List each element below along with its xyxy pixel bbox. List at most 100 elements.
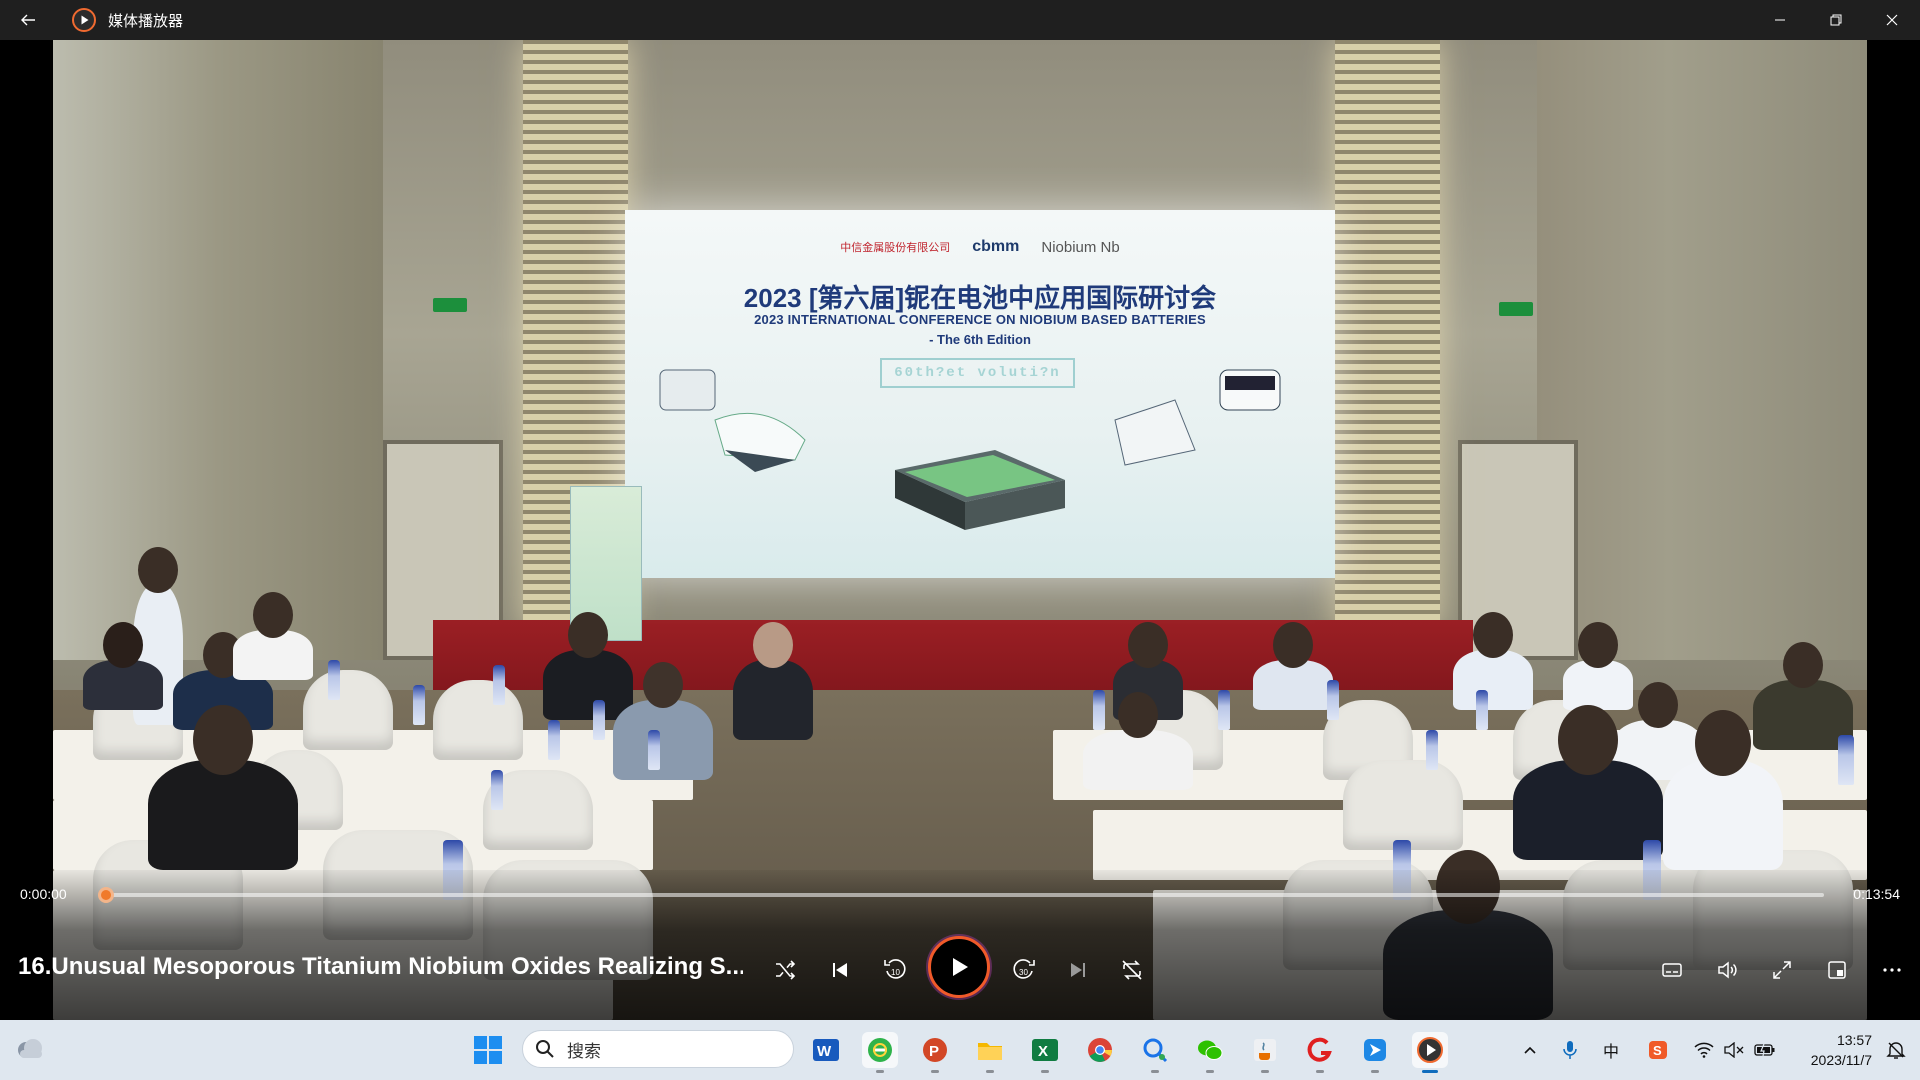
tray-overflow-button[interactable] xyxy=(1518,1020,1542,1080)
seek-bar[interactable] xyxy=(102,893,1824,897)
mini-player-button[interactable] xyxy=(1815,948,1859,992)
tray-microphone[interactable] xyxy=(1558,1020,1582,1080)
slide-logo-niobium: Niobium Nb xyxy=(1041,238,1120,256)
play-icon xyxy=(953,958,968,976)
restore-button[interactable] xyxy=(1808,0,1864,40)
skip-previous-icon xyxy=(833,963,847,977)
wifi-icon xyxy=(1694,1042,1714,1058)
taskbar-powerpoint[interactable]: P xyxy=(917,1032,953,1073)
taskbar-media-player[interactable] xyxy=(1412,1032,1448,1073)
media-player-app-icon xyxy=(72,8,96,32)
forward-30-icon: 30 xyxy=(1013,959,1035,979)
svg-text:W: W xyxy=(817,1043,832,1060)
wechat-icon xyxy=(1198,1040,1223,1060)
start-button[interactable] xyxy=(472,1034,504,1066)
skip-next-icon xyxy=(1071,963,1085,977)
slide-title-cn: 2023 [第六届]铌在电池中应用国际研讨会 xyxy=(743,283,1217,313)
clock-time: 13:57 xyxy=(1836,1032,1872,1048)
back-button[interactable] xyxy=(0,0,56,40)
minimize-button[interactable] xyxy=(1752,0,1808,40)
tray-sogou[interactable]: S xyxy=(1645,1020,1671,1080)
powerpoint-icon: P xyxy=(923,1038,947,1062)
chevron-up-icon xyxy=(1524,1046,1536,1054)
notification-button[interactable] xyxy=(1882,1020,1910,1080)
search-placeholder: 搜索 xyxy=(567,1041,601,1061)
rewind-10-button[interactable]: 10 xyxy=(873,948,917,992)
repeat-button[interactable] xyxy=(1110,948,1154,992)
media-title: 16.Unusual Mesoporous Titanium Niobium O… xyxy=(18,953,743,980)
back-arrow-icon xyxy=(21,14,35,26)
java-icon xyxy=(1254,1039,1276,1061)
shuffle-button[interactable] xyxy=(763,948,807,992)
taskbar-browser-360[interactable] xyxy=(862,1032,898,1073)
volume-muted-icon xyxy=(1724,1042,1744,1058)
weather-widget[interactable] xyxy=(12,1032,46,1066)
taskbar-chrome[interactable] xyxy=(1082,1032,1118,1068)
current-time: 0:00:00 xyxy=(20,886,67,902)
close-icon xyxy=(1886,14,1898,26)
rewind-10-icon: 10 xyxy=(884,959,906,979)
next-button[interactable] xyxy=(1056,948,1100,992)
previous-button[interactable] xyxy=(818,948,862,992)
slide-logo-cbmm: cbmm xyxy=(972,238,1020,255)
chrome-icon xyxy=(1088,1038,1112,1062)
taskbar-java[interactable] xyxy=(1247,1032,1283,1073)
seek-bar-thumb[interactable] xyxy=(98,887,114,903)
taskbar: 搜索 W P X 中 S 13:57 2023/11/7 xyxy=(0,1020,1920,1080)
taskbar-clock[interactable]: 13:57 2023/11/7 xyxy=(1790,1030,1872,1070)
title-bar: 媒体播放器 xyxy=(0,0,1920,40)
swirl-app-icon xyxy=(1307,1037,1332,1062)
fullscreen-icon xyxy=(1773,961,1791,979)
taskbar-wechat[interactable] xyxy=(1192,1032,1228,1073)
svg-text:S: S xyxy=(1653,1043,1662,1058)
blue-app-icon xyxy=(1364,1039,1386,1061)
fullscreen-button[interactable] xyxy=(1760,948,1804,992)
excel-icon: X xyxy=(1032,1039,1058,1061)
battery-charging-icon xyxy=(1754,1043,1775,1057)
more-icon xyxy=(1883,968,1901,972)
word-icon: W xyxy=(813,1039,839,1061)
captions-icon xyxy=(1662,963,1682,977)
microphone-icon xyxy=(1563,1041,1577,1059)
svg-text:P: P xyxy=(929,1043,939,1060)
minimize-icon xyxy=(1775,19,1785,21)
browser-360-icon xyxy=(868,1038,892,1062)
windows-logo-icon xyxy=(474,1036,502,1064)
volume-button[interactable] xyxy=(1705,948,1749,992)
taskbar-red-app[interactable] xyxy=(1302,1032,1338,1073)
restore-icon xyxy=(1830,14,1842,26)
tray-ime[interactable]: 中 xyxy=(1598,1020,1624,1080)
volume-icon xyxy=(1718,961,1737,979)
taskbar-word[interactable]: W xyxy=(808,1032,844,1068)
tray-battery[interactable] xyxy=(1752,1020,1778,1080)
taskbar-search[interactable]: 搜索 xyxy=(522,1030,794,1068)
subtitles-button[interactable] xyxy=(1650,948,1694,992)
tray-wifi[interactable] xyxy=(1692,1020,1716,1080)
svg-text:30: 30 xyxy=(1019,968,1028,977)
slide-edition: - The 6th Edition xyxy=(929,332,1031,347)
svg-text:X: X xyxy=(1038,1043,1048,1060)
svg-text:10: 10 xyxy=(891,968,900,977)
total-time: 0:13:54 xyxy=(1853,886,1900,902)
notification-bell-icon xyxy=(1886,1042,1906,1059)
forward-30-button[interactable]: 30 xyxy=(1002,948,1046,992)
slide-logo-citic: 中信金属股份有限公司 xyxy=(840,242,951,254)
play-button[interactable] xyxy=(928,936,990,998)
tray-volume[interactable] xyxy=(1722,1020,1746,1080)
taskbar-feishu[interactable] xyxy=(1357,1032,1393,1073)
taskbar-excel[interactable]: X xyxy=(1027,1032,1063,1073)
close-button[interactable] xyxy=(1864,0,1920,40)
repeat-off-icon xyxy=(1122,960,1142,980)
vehicles-illustration-right xyxy=(1114,369,1281,466)
presentation-slide: 中信金属股份有限公司 cbmm Niobium Nb 2023 [第六届]铌在电… xyxy=(625,210,1335,578)
taskbar-file-explorer[interactable] xyxy=(972,1032,1008,1073)
taskbar-search-app[interactable] xyxy=(1137,1032,1173,1073)
magnifier-app-icon xyxy=(1143,1038,1168,1063)
media-player-icon xyxy=(1417,1037,1443,1063)
search-icon xyxy=(536,1040,554,1058)
battery-pack-illustration xyxy=(895,450,1065,530)
shuffle-icon xyxy=(776,960,796,980)
window-title: 媒体播放器 xyxy=(108,12,184,30)
slide-title-en: 2023 INTERNATIONAL CONFERENCE ON NIOBIUM… xyxy=(754,312,1206,327)
more-options-button[interactable] xyxy=(1870,948,1914,992)
